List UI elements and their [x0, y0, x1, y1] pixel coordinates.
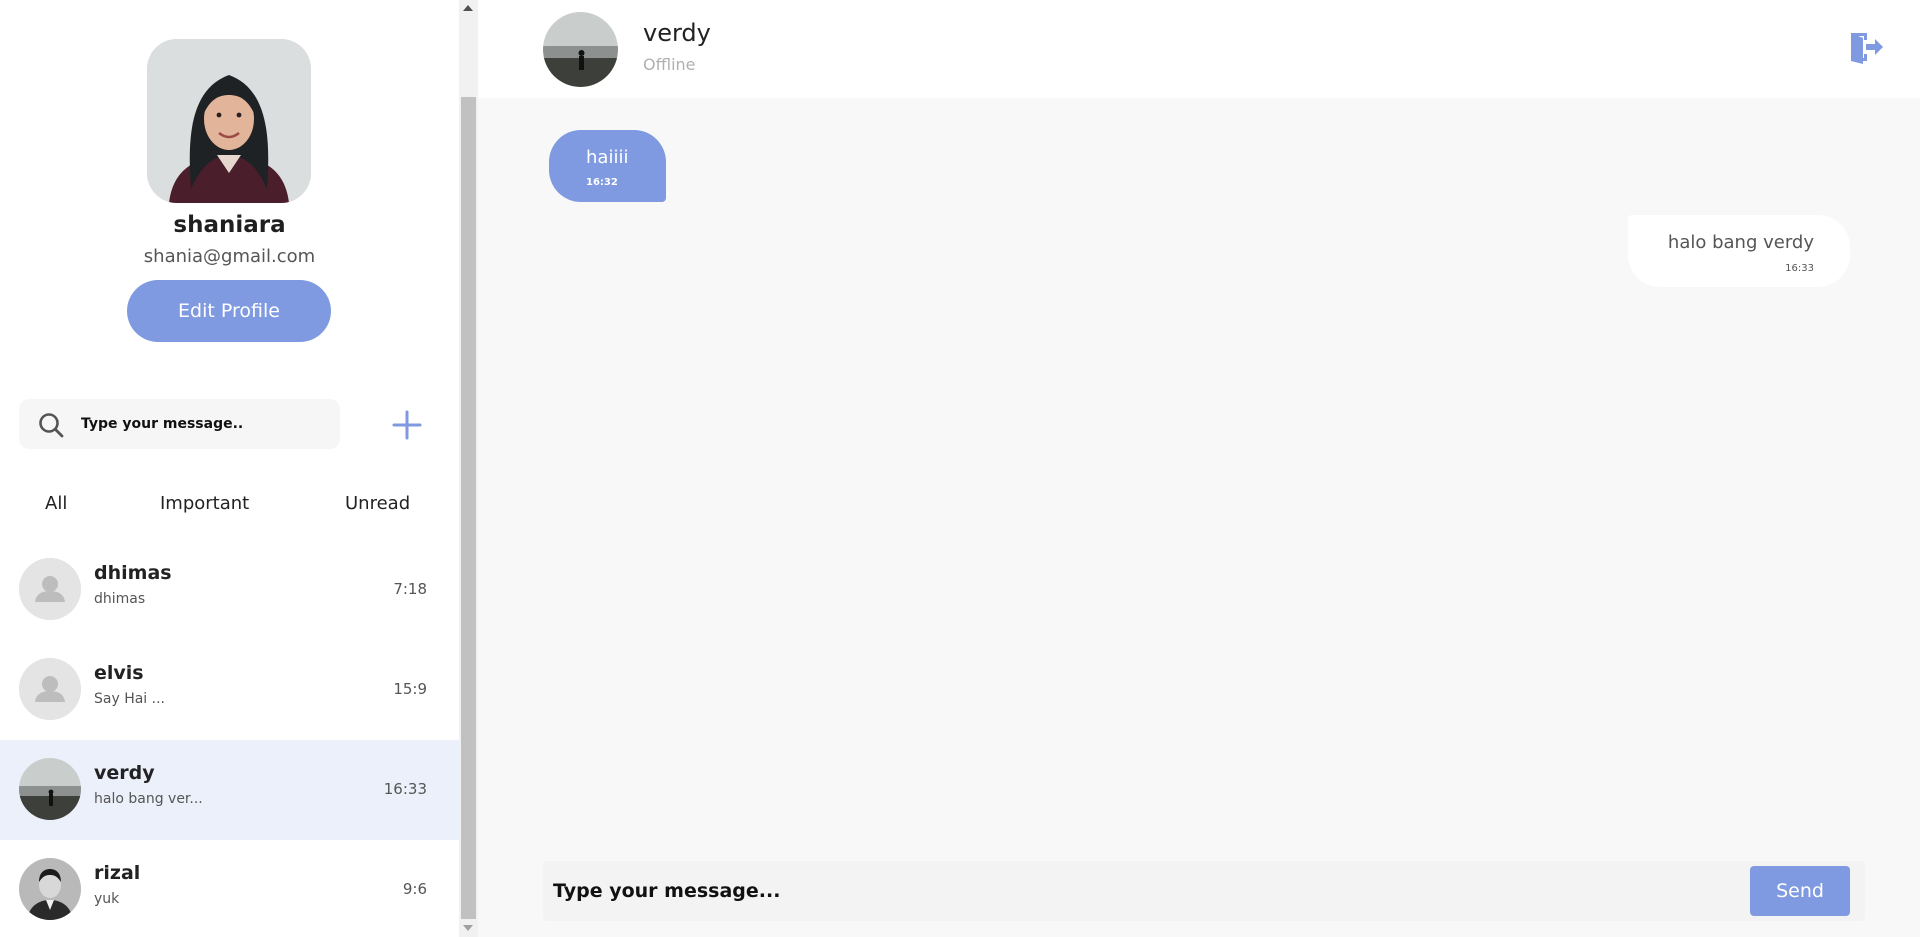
profile-photo-image	[147, 39, 311, 203]
contact-item-elvis[interactable]: elvis Say Hai ... 15:9	[0, 640, 459, 740]
contact-time: 15:9	[393, 680, 427, 698]
chat-header: verdy Offline	[478, 0, 1920, 98]
edit-profile-button[interactable]: Edit Profile	[127, 280, 331, 342]
chat-panel: verdy Offline haiiii 16:32 halo bang ver…	[478, 0, 1920, 937]
tab-all[interactable]: All	[45, 493, 67, 514]
profile-avatar[interactable]	[147, 39, 311, 203]
message-incoming: haiiii 16:32	[549, 130, 666, 202]
message-outgoing: halo bang verdy 16:33	[1628, 215, 1850, 287]
chat-contact-status: Offline	[643, 55, 696, 74]
contact-preview: Say Hai ...	[94, 691, 165, 707]
message-time: 16:33	[1785, 263, 1814, 274]
search-input[interactable]	[81, 399, 331, 449]
sidebar-scrollbar[interactable]	[459, 0, 478, 937]
message-composer: Send	[543, 861, 1865, 921]
tab-unread[interactable]: Unread	[345, 493, 410, 514]
message-time: 16:32	[586, 177, 618, 188]
contact-avatar-rizal	[19, 858, 81, 920]
chat-avatar[interactable]	[543, 12, 618, 87]
contact-name: rizal	[94, 862, 141, 884]
scroll-up-arrow-icon[interactable]	[463, 5, 473, 11]
search-icon	[39, 413, 64, 438]
contact-name: dhimas	[94, 562, 172, 584]
contact-preview: halo bang ver...	[94, 791, 203, 807]
search-box	[19, 399, 340, 449]
tab-important[interactable]: Important	[160, 493, 249, 514]
contact-name: verdy	[94, 762, 155, 784]
chat-app: shaniara shania@gmail.com Edit Profile A…	[0, 0, 1920, 937]
send-button[interactable]: Send	[1750, 866, 1850, 916]
profile-email: shania@gmail.com	[143, 246, 316, 267]
contact-preview: yuk	[94, 891, 120, 907]
contact-time: 16:33	[383, 780, 427, 798]
message-text: halo bang verdy	[1667, 232, 1814, 253]
scroll-down-arrow-icon[interactable]	[463, 925, 473, 931]
default-user-icon	[19, 558, 81, 620]
contact-item-rizal[interactable]: rizal yuk 9:6	[0, 840, 459, 937]
sidebar: shaniara shania@gmail.com Edit Profile A…	[0, 0, 459, 937]
message-input[interactable]	[553, 861, 1733, 921]
logout-icon[interactable]	[1848, 30, 1884, 64]
contact-time: 7:18	[393, 580, 427, 598]
contact-item-verdy[interactable]: verdy halo bang ver... 16:33	[0, 740, 459, 840]
plus-icon[interactable]	[390, 408, 424, 442]
profile-name: shaniara	[173, 212, 286, 238]
chat-contact-name: verdy	[643, 19, 711, 47]
default-user-icon	[19, 658, 81, 720]
message-text: haiiii	[586, 147, 629, 168]
scrollbar-thumb[interactable]	[461, 97, 476, 919]
contact-name: elvis	[94, 662, 144, 684]
contact-item-dhimas[interactable]: dhimas dhimas 7:18	[0, 540, 459, 640]
contact-preview: dhimas	[94, 591, 146, 607]
contact-time: 9:6	[402, 880, 427, 898]
contact-avatar-verdy	[19, 758, 81, 820]
